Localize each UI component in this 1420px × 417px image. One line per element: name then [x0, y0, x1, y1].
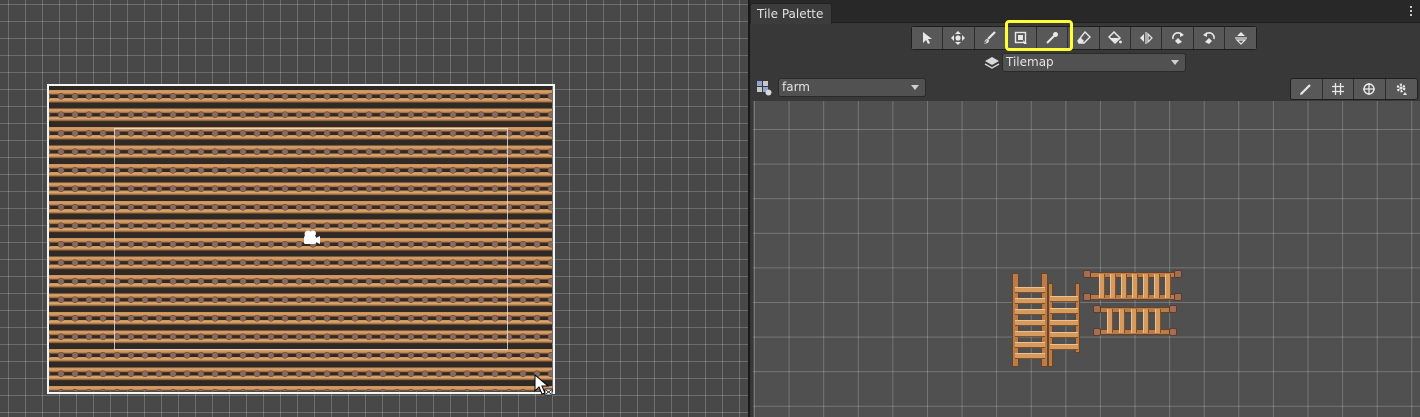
- flip-x-tool-button[interactable]: [1131, 27, 1163, 49]
- gizmo-icon: [1363, 83, 1376, 95]
- toggle-grid-button[interactable]: [1322, 79, 1354, 99]
- chevron-down-icon: [911, 85, 919, 90]
- chevron-down-icon: [1171, 60, 1179, 65]
- arrow-pointer-icon: [923, 32, 933, 44]
- select-tool-button[interactable]: [912, 27, 944, 49]
- paint-bucket-icon: [1107, 31, 1122, 45]
- palette-name-value: farm: [782, 80, 810, 94]
- camera-gizmo-icon[interactable]: [301, 229, 321, 247]
- edit-pencil-icon: [1300, 84, 1312, 95]
- palette-grid-canvas[interactable]: [753, 101, 1420, 417]
- active-tilemap-dropdown[interactable]: Tilemap: [1002, 53, 1186, 72]
- palette-settings-button[interactable]: [1385, 79, 1417, 99]
- palette-edit-toolbar: [1290, 78, 1418, 100]
- tab-tile-palette[interactable]: Tile Palette: [750, 3, 833, 24]
- flip-vertical-icon: [1234, 32, 1247, 45]
- tab-label: Tile Palette: [757, 7, 824, 21]
- brush-icon: [983, 31, 996, 44]
- palette-grid-icon: [757, 81, 772, 96]
- tab-bar: Tile Palette: [750, 0, 1420, 24]
- paint-tool-button[interactable]: [974, 27, 1006, 49]
- eraser-icon: [1076, 31, 1091, 44]
- toggle-gizmos-button[interactable]: [1354, 79, 1386, 99]
- palette-dropdown[interactable]: farm: [778, 78, 926, 97]
- palette-selector-row: farm: [750, 77, 1420, 100]
- eyedropper-icon: [1046, 32, 1059, 44]
- pick-tool-button[interactable]: [1037, 27, 1069, 49]
- tile-palette-window: Tile Palette Tilemap farm: [750, 0, 1420, 417]
- box-fill-icon: [1014, 31, 1028, 44]
- rotate-cw-tool-button[interactable]: [1162, 27, 1194, 49]
- active-tilemap-value: Tilemap: [1006, 55, 1054, 69]
- settings-gear-icon: [1396, 83, 1408, 95]
- grid-icon: [1331, 83, 1344, 95]
- erase-tool-button[interactable]: [1068, 27, 1100, 49]
- move-tool-button[interactable]: [943, 27, 975, 49]
- scene-view[interactable]: [0, 0, 748, 417]
- move-arrows-icon: [951, 31, 966, 45]
- more-options-icon[interactable]: [1408, 5, 1414, 19]
- edit-palette-button[interactable]: [1291, 79, 1323, 99]
- fill-tool-button[interactable]: [1099, 27, 1132, 49]
- box-fill-tool-button[interactable]: [1005, 27, 1038, 49]
- tile-tools-toolbar: [911, 26, 1258, 50]
- flip-y-tool-button[interactable]: [1224, 27, 1257, 49]
- mouse-pointer-icon: [534, 374, 553, 396]
- rotate-clockwise-icon: [1171, 32, 1184, 44]
- painted-fence-tilemap[interactable]: [48, 85, 552, 391]
- rotate-counterclockwise-icon: [1202, 32, 1215, 44]
- layers-icon: [984, 57, 1000, 69]
- rotate-ccw-tool-button[interactable]: [1193, 27, 1225, 49]
- flip-horizontal-icon: [1140, 32, 1154, 44]
